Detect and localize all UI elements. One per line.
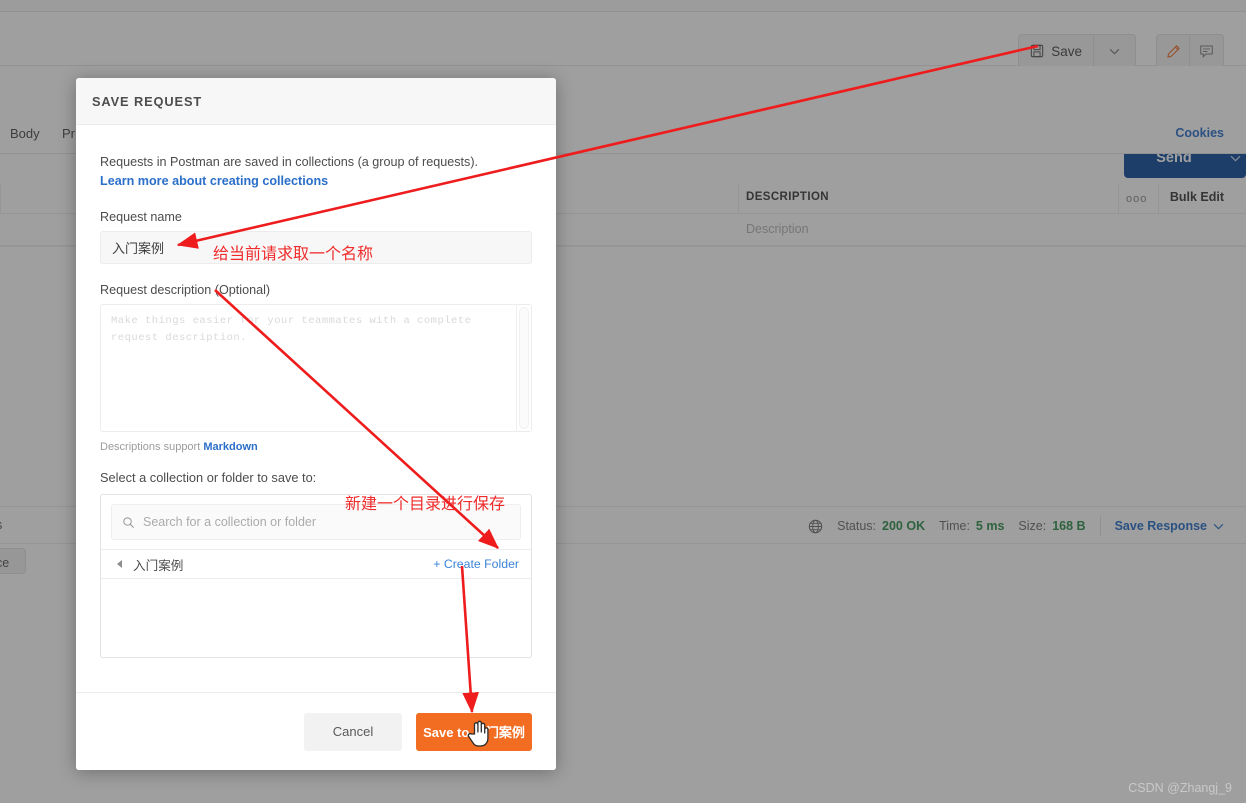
intro-text: Requests in Postman are saved in collect…	[100, 153, 532, 171]
mouse-cursor-hand-icon	[466, 718, 490, 748]
request-name-value: 入门案例	[112, 238, 164, 257]
collection-search-placeholder: Search for a collection or folder	[143, 515, 316, 529]
watermark: CSDN @Zhangj_9	[1128, 781, 1232, 795]
modal-title: SAVE REQUEST	[92, 94, 202, 109]
request-description-placeholder: Make things easier for your teammates wi…	[111, 313, 493, 346]
request-description-label: Request description (Optional)	[100, 283, 532, 297]
save-request-modal: SAVE REQUEST Requests in Postman are sav…	[76, 78, 556, 770]
modal-body: Requests in Postman are saved in collect…	[76, 125, 556, 658]
request-name-label: Request name	[100, 210, 532, 224]
cancel-button[interactable]: Cancel	[304, 713, 402, 751]
annotation-text-2: 新建一个目录进行保存	[345, 490, 505, 514]
annotation-text-1: 给当前请求取一个名称	[213, 240, 373, 264]
triangle-left-icon[interactable]	[117, 560, 122, 568]
modal-header: SAVE REQUEST	[76, 78, 556, 125]
description-scrollbar[interactable]	[516, 305, 531, 431]
markdown-link[interactable]: Markdown	[203, 441, 257, 453]
learn-more-link[interactable]: Learn more about creating collections	[100, 174, 532, 188]
request-description-textarea[interactable]: Make things easier for your teammates wi…	[100, 304, 532, 432]
collection-name: 入门案例	[133, 555, 433, 574]
description-scrollbar-thumb[interactable]	[519, 307, 529, 429]
select-collection-label: Select a collection or folder to save to…	[100, 470, 532, 485]
search-icon	[122, 516, 135, 529]
create-folder-button[interactable]: + Create Folder	[433, 557, 519, 571]
markdown-note-prefix: Descriptions support	[100, 441, 203, 453]
markdown-note: Descriptions support Markdown	[100, 441, 532, 453]
collection-list-item[interactable]: 入门案例 + Create Folder	[101, 549, 531, 579]
collection-picker: Search for a collection or folder 入门案例 +…	[100, 494, 532, 658]
